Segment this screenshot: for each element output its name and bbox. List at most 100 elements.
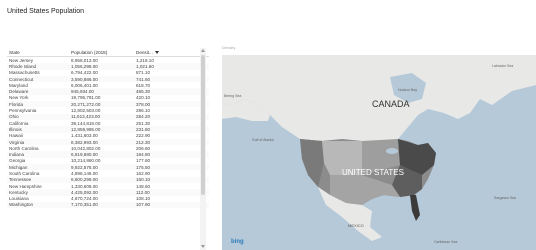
cell-density: 162.90 bbox=[136, 170, 151, 176]
cell-population: 6,794,422.00 bbox=[71, 70, 98, 76]
cell-density: 378.00 bbox=[136, 101, 151, 107]
cell-state: New York bbox=[9, 95, 29, 101]
great-lakes bbox=[386, 148, 398, 154]
cell-density: 420.10 bbox=[136, 95, 151, 101]
cell-state: Florida bbox=[9, 101, 24, 107]
cell-state: Ohio bbox=[9, 114, 19, 120]
sort-descending-icon[interactable] bbox=[154, 50, 159, 54]
column-header-density[interactable]: Densit... bbox=[136, 50, 174, 55]
cell-state: Tennessee bbox=[9, 177, 32, 183]
cell-population: 19,795,791.00 bbox=[71, 95, 101, 101]
cell-population: 7,170,351.00 bbox=[71, 202, 98, 208]
map-label-bering-sea: Bering Sea bbox=[224, 94, 241, 98]
cell-density: 177.60 bbox=[136, 158, 151, 164]
cell-density: 1,218.10 bbox=[136, 57, 154, 63]
bing-logo: bing bbox=[231, 239, 244, 245]
map-label-canada: CANADA bbox=[372, 99, 410, 109]
cell-state: New Jersey bbox=[9, 57, 33, 63]
cell-density: 741.60 bbox=[136, 76, 151, 82]
map-visual-label: Density bbox=[222, 45, 236, 50]
cell-population: 6,619,680.00 bbox=[71, 152, 98, 158]
column-header-density-label: Densit... bbox=[136, 49, 153, 55]
cell-population: 945,934.00 bbox=[71, 89, 94, 95]
population-table: State Population (2015) Densit... New Je… bbox=[7, 48, 209, 250]
cell-density: 148.60 bbox=[136, 183, 151, 189]
cell-population: 1,056,298.00 bbox=[71, 63, 98, 69]
cell-state: Maryland bbox=[9, 82, 28, 88]
cell-state: Georgia bbox=[9, 158, 26, 164]
cell-state: North Carolina bbox=[9, 145, 39, 151]
cell-population: 4,670,724.00 bbox=[71, 196, 98, 202]
cell-density: 286.10 bbox=[136, 108, 151, 114]
cell-population: 12,802,503.00 bbox=[71, 108, 101, 114]
cell-state: New Hampshire bbox=[9, 183, 42, 189]
cell-density: 485.30 bbox=[136, 89, 151, 95]
cell-population: 4,896,146.00 bbox=[71, 170, 98, 176]
cell-density: 107.90 bbox=[136, 202, 151, 208]
table-row[interactable]: Washington 7,170,351.00 107.90 bbox=[7, 201, 209, 209]
cell-density: 284.20 bbox=[136, 114, 151, 120]
scroll-up-icon[interactable] bbox=[201, 49, 205, 52]
cell-population: 1,330,608.00 bbox=[71, 183, 98, 189]
map-label-gulf-of-alaska: Gulf of Alaska bbox=[252, 138, 274, 142]
map-label-hudson-bay: Hudson Bay bbox=[398, 88, 417, 92]
cell-population: 4,425,092.00 bbox=[71, 189, 98, 195]
page-title: United States Population bbox=[7, 8, 85, 15]
cell-density: 108.10 bbox=[136, 196, 151, 202]
cell-density: 231.60 bbox=[136, 126, 151, 132]
cell-state: Michigan bbox=[9, 164, 28, 170]
cell-density: 112.00 bbox=[136, 189, 150, 195]
column-header-population[interactable]: Population (2015) bbox=[71, 50, 136, 55]
cell-density: 175.50 bbox=[136, 164, 151, 170]
cell-state: Washington bbox=[9, 202, 34, 208]
map-canvas: CANADA UNITED STATES MEXICO Bering Sea G… bbox=[222, 55, 536, 250]
cell-population: 11,613,423.00 bbox=[71, 114, 101, 120]
cell-density: 618.70 bbox=[136, 82, 151, 88]
map-label-united-states: UNITED STATES bbox=[342, 168, 404, 177]
cell-density: 251.30 bbox=[136, 120, 151, 126]
cell-population: 20,271,272.00 bbox=[71, 101, 101, 107]
cell-state: Rhode Island bbox=[9, 63, 37, 69]
cell-state: Connecticut bbox=[9, 76, 34, 82]
cell-density: 222.90 bbox=[136, 133, 151, 139]
table-header: State Population (2015) Densit... bbox=[7, 48, 209, 57]
cell-state: Delaware bbox=[9, 89, 29, 95]
scroll-thumb[interactable] bbox=[201, 55, 205, 195]
map-label-mexico: MEXICO bbox=[348, 223, 364, 228]
table-body: New Jersey 8,958,013.00 1,218.10 Rhode Isla… bbox=[7, 57, 209, 209]
cell-density: 212.30 bbox=[136, 139, 151, 145]
cell-population: 10,214,860.00 bbox=[71, 158, 101, 164]
cell-state: Pennsylvania bbox=[9, 108, 37, 114]
cell-state: Virginia bbox=[9, 139, 25, 145]
cell-population: 3,590,886.00 bbox=[71, 76, 98, 82]
map-label-sargasso-sea: Sargasso Sea bbox=[494, 196, 516, 200]
cell-density: 1,021.60 bbox=[136, 63, 154, 69]
cell-population: 12,859,995.00 bbox=[71, 126, 101, 132]
map-visual[interactable]: CANADA UNITED STATES MEXICO Bering Sea G… bbox=[222, 55, 536, 250]
cell-state: Massachusetts bbox=[9, 70, 40, 76]
cell-state: Kentucky bbox=[9, 189, 28, 195]
cell-density: 206.60 bbox=[136, 145, 151, 151]
cell-state: South Carolina bbox=[9, 170, 40, 176]
cell-population: 8,382,993.00 bbox=[71, 139, 98, 145]
cell-state: California bbox=[9, 120, 29, 126]
map-label-labrador-sea: Labrador Sea bbox=[492, 64, 513, 68]
map-label-caribbean-sea: Caribbean Sea bbox=[434, 240, 457, 244]
cell-population: 8,958,013.00 bbox=[71, 57, 98, 63]
scroll-down-icon[interactable] bbox=[201, 245, 205, 248]
cell-population: 1,431,603.00 bbox=[71, 133, 98, 139]
cell-density: 184.80 bbox=[136, 152, 151, 158]
cell-density: 871.10 bbox=[136, 70, 151, 76]
column-header-state[interactable]: State bbox=[7, 50, 71, 55]
cell-population: 9,922,576.00 bbox=[71, 164, 98, 170]
table-scrollbar[interactable] bbox=[200, 48, 206, 250]
cell-state: Hawaii bbox=[9, 133, 23, 139]
cell-population: 6,600,299.00 bbox=[71, 177, 98, 183]
cell-density: 160.10 bbox=[136, 177, 151, 183]
cell-state: Indiana bbox=[9, 152, 25, 158]
cell-state: Louisiana bbox=[9, 196, 29, 202]
cell-state: Illinois bbox=[9, 126, 22, 132]
cell-population: 10,042,802.00 bbox=[71, 145, 101, 151]
cell-population: 6,006,401.00 bbox=[71, 82, 98, 88]
cell-population: 39,144,818.00 bbox=[71, 120, 101, 126]
